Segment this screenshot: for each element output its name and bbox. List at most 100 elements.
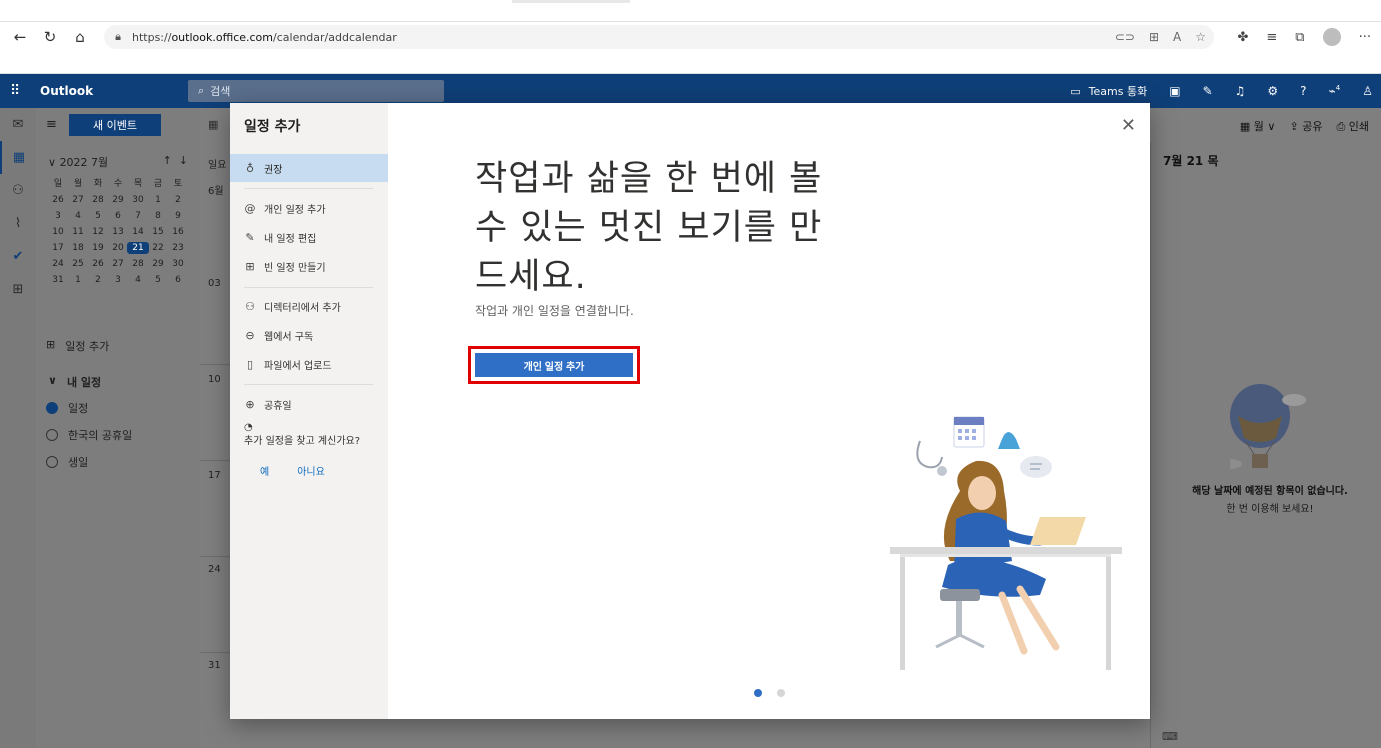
mini-calendar-day[interactable]: 6	[108, 211, 128, 221]
favorites-icon[interactable]: ≡	[1266, 30, 1277, 45]
mini-calendar-day[interactable]: 25	[68, 259, 88, 269]
home-icon[interactable]: ⌂	[65, 22, 95, 52]
favorite-add-icon[interactable]: ☆	[1195, 30, 1206, 44]
calendar-view-icon[interactable]: ▦	[208, 118, 218, 131]
apps-icon[interactable]: ⊞	[1149, 30, 1159, 44]
nav-edit-calendar[interactable]: ✎ 내 일정 편집	[230, 223, 388, 251]
link-icon[interactable]: ⊂⊃	[1115, 30, 1135, 44]
mini-calendar-day[interactable]: 15	[148, 227, 168, 237]
search-box[interactable]: ⌕ 검색	[188, 80, 444, 102]
page-dot[interactable]	[777, 689, 785, 697]
next-month-icon[interactable]: ↓	[179, 154, 188, 167]
mini-calendar-day[interactable]: 28	[88, 195, 108, 205]
mini-calendar-day[interactable]: 30	[128, 195, 148, 205]
mini-calendar-day[interactable]: 12	[88, 227, 108, 237]
mini-calendar-day[interactable]: 4	[128, 275, 148, 285]
add-personal-calendar-button[interactable]: 개인 일정 추가	[475, 353, 633, 377]
collections-icon[interactable]: ⧉	[1295, 30, 1304, 45]
extensions-icon[interactable]: ✤	[1237, 30, 1248, 45]
teams-call-button[interactable]: ▭ Teams 통화	[1070, 83, 1147, 99]
mini-calendar-day[interactable]: 31	[48, 275, 68, 285]
mini-calendar-day[interactable]: 1	[148, 195, 168, 205]
mini-calendar-day[interactable]: 7	[128, 211, 148, 221]
refresh-icon[interactable]: ↻	[35, 22, 65, 52]
menu-icon[interactable]: ≡	[46, 117, 57, 132]
mini-calendar-day[interactable]: 23	[168, 243, 188, 253]
nav-from-directory[interactable]: ⚇ 디렉터리에서 추가	[230, 292, 388, 320]
no-link[interactable]: 아니요	[297, 463, 325, 478]
gear-icon[interactable]: ⚙	[1267, 84, 1278, 98]
mini-calendar-day[interactable]: 26	[48, 195, 68, 205]
megaphone-icon[interactable]: ⌁4	[1329, 84, 1341, 98]
mini-calendar-day[interactable]: 2	[168, 195, 188, 205]
mini-calendar-day[interactable]: 2	[88, 275, 108, 285]
profile-avatar[interactable]	[1322, 28, 1341, 46]
app-brand[interactable]: Outlook	[40, 84, 93, 98]
view-switcher[interactable]: ▦ 월 ∨	[1240, 118, 1276, 134]
calendar-icon[interactable]: ▦	[0, 141, 36, 174]
mini-calendar-day[interactable]: 26	[88, 259, 108, 269]
mini-calendar-day[interactable]: 8	[148, 211, 168, 221]
office-icon[interactable]: ▣	[1169, 84, 1180, 98]
mini-calendar-day[interactable]: 16	[168, 227, 188, 237]
share-button[interactable]: ⇪ 공유	[1289, 118, 1322, 134]
people-icon[interactable]: ⚇	[0, 174, 36, 207]
mini-calendar-day[interactable]: 14	[128, 227, 148, 237]
todo-check-icon[interactable]: ✔	[0, 240, 36, 273]
mini-calendar-day[interactable]: 3	[48, 211, 68, 221]
new-event-button[interactable]: 새 이벤트	[69, 114, 161, 136]
mini-calendar-day[interactable]: 5	[148, 275, 168, 285]
nav-holidays[interactable]: ⊕ 공휴일	[230, 390, 388, 418]
account-icon[interactable]: ♙	[1362, 84, 1373, 98]
close-icon[interactable]: ✕	[1121, 115, 1136, 136]
mini-calendar-day[interactable]: 21	[127, 242, 149, 254]
mini-calendar-day[interactable]: 10	[48, 227, 68, 237]
nav-subscribe-web[interactable]: ⊖ 웹에서 구독	[230, 321, 388, 349]
mini-calendar-day[interactable]: 20	[108, 243, 128, 253]
mail-icon[interactable]: ✉	[0, 108, 36, 141]
mini-calendar-day[interactable]: 3	[108, 275, 128, 285]
nav-upload-file[interactable]: ▯ 파일에서 업로드	[230, 350, 388, 378]
todo-icon[interactable]: ✎	[1203, 84, 1213, 98]
my-calendars-header[interactable]: ∨ 내 일정	[48, 374, 101, 390]
page-dot[interactable]	[754, 689, 762, 697]
address-bar[interactable]: 🔒︎ https://outlook.office.com/calendar/a…	[104, 25, 1214, 49]
mini-calendar-day[interactable]: 27	[68, 195, 88, 205]
back-icon[interactable]: ←	[5, 22, 35, 52]
mini-calendar-day[interactable]: 9	[168, 211, 188, 221]
mini-calendar-day[interactable]: 27	[108, 259, 128, 269]
calendar-item[interactable]: 일정	[46, 400, 88, 416]
nav-add-personal[interactable]: @ 개인 일정 추가	[230, 194, 388, 222]
bell-icon[interactable]: ♫	[1235, 84, 1246, 98]
mini-calendar-day[interactable]: 30	[168, 259, 188, 269]
read-aloud-icon[interactable]: A	[1173, 30, 1181, 44]
mini-calendar-day[interactable]: 1	[68, 275, 88, 285]
nav-recommended[interactable]: ♁ 권장	[230, 154, 388, 182]
more-icon[interactable]: ···	[1359, 30, 1371, 45]
mini-calendar-day[interactable]: 18	[68, 243, 88, 253]
mini-calendar-day[interactable]: 22	[148, 243, 168, 253]
mini-calendar-day[interactable]: 11	[68, 227, 88, 237]
calendar-item[interactable]: 한국의 공휴일	[46, 427, 132, 443]
mini-calendar-day[interactable]: 4	[68, 211, 88, 221]
print-button[interactable]: ⎙ 인쇄	[1336, 118, 1369, 134]
mini-calendar-day[interactable]: 17	[48, 243, 68, 253]
yes-link[interactable]: 예	[260, 463, 269, 478]
nav-blank-calendar[interactable]: ⊞ 빈 일정 만들기	[230, 252, 388, 280]
mini-calendar-day[interactable]: 28	[128, 259, 148, 269]
add-calendar-link[interactable]: ⊞ 일정 추가	[46, 338, 109, 354]
app-launcher-icon[interactable]: ⠿	[10, 83, 20, 99]
mini-calendar-day[interactable]: 29	[148, 259, 168, 269]
mini-calendar-day[interactable]: 13	[108, 227, 128, 237]
keyboard-icon[interactable]: ⌨	[1162, 730, 1178, 743]
mini-calendar-day[interactable]: 19	[88, 243, 108, 253]
mini-calendar-day[interactable]: 6	[168, 275, 188, 285]
apps-grid-icon[interactable]: ⊞	[0, 273, 36, 306]
mini-calendar-day[interactable]: 24	[48, 259, 68, 269]
calendar-item[interactable]: 생일	[46, 454, 88, 470]
attach-icon[interactable]: ⌇	[0, 207, 36, 240]
mini-calendar-day[interactable]: 5	[88, 211, 108, 221]
prev-month-icon[interactable]: ↑	[163, 154, 172, 167]
help-icon[interactable]: ?	[1300, 84, 1306, 98]
active-tab[interactable]	[512, 0, 630, 3]
